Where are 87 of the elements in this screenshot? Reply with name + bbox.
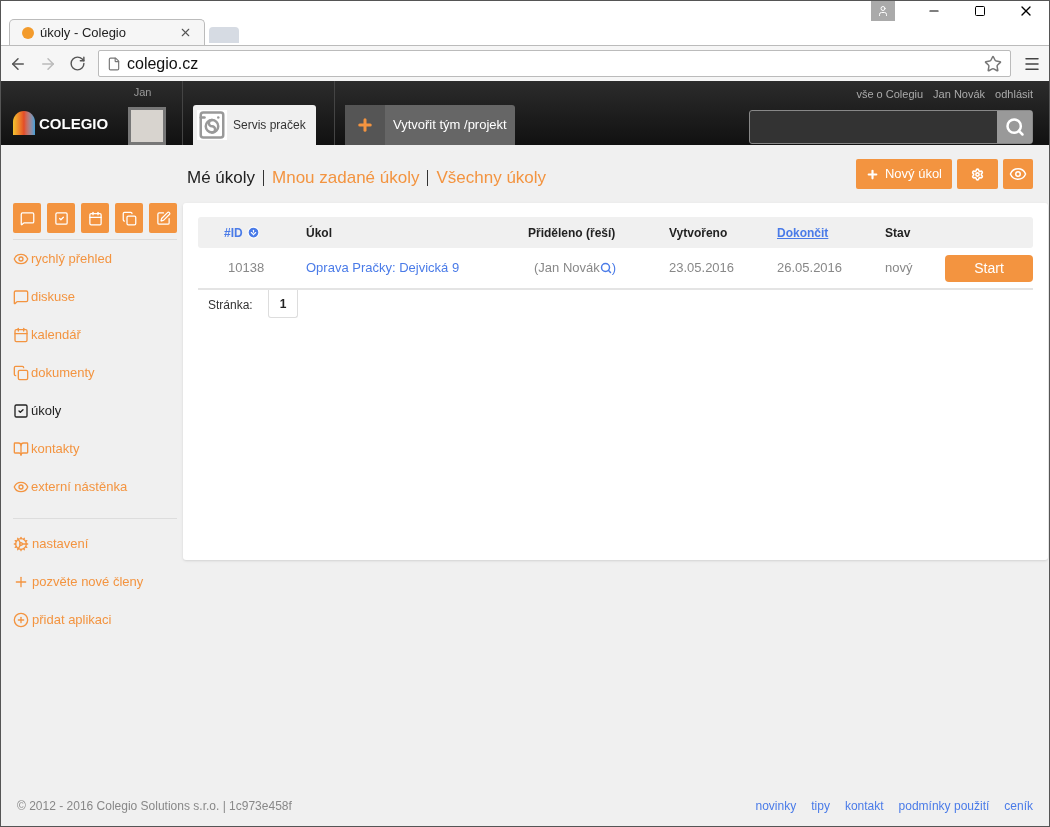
header-link[interactable]: odhlásit: [995, 86, 1033, 103]
quick-action-button[interactable]: [149, 203, 177, 233]
column-header[interactable]: #ID: [224, 223, 243, 242]
reload-icon[interactable]: [69, 55, 86, 72]
plus-icon: [356, 116, 374, 134]
logo-text: COLEGIO: [39, 113, 109, 134]
view-tab[interactable]: Všechny úkoly: [436, 165, 547, 191]
gears-icon: [13, 536, 29, 552]
sidebar-item[interactable]: diskuse: [13, 278, 177, 316]
search-button[interactable]: [997, 110, 1032, 143]
sort-icon[interactable]: [246, 226, 260, 239]
sidebar-item[interactable]: pozvěte nové členy: [13, 563, 177, 601]
sidebar-item[interactable]: dokumenty: [13, 354, 177, 392]
washing-machine-icon: [197, 110, 227, 140]
close-icon[interactable]: [179, 26, 192, 39]
profile-button[interactable]: [871, 1, 895, 21]
calendar-icon: [13, 327, 29, 343]
column-header[interactable]: Stav: [885, 223, 911, 242]
sidebar-item[interactable]: přidat aplikaci: [13, 601, 177, 639]
quick-action-button[interactable]: [13, 203, 41, 233]
browser-tab[interactable]: úkoly - Colegio: [9, 19, 205, 45]
search-icon: [1004, 116, 1025, 137]
avatar[interactable]: [127, 106, 166, 145]
url-text: colegio.cz: [127, 53, 200, 74]
view-tab[interactable]: Mé úkoly: [187, 165, 256, 191]
team-tab[interactable]: Servis praček: [193, 105, 316, 145]
plus-icon: [13, 574, 29, 590]
sidebar-item[interactable]: rychlý přehled: [13, 240, 177, 278]
new-task-button[interactable]: Nový úkol: [855, 159, 952, 189]
search-field[interactable]: [749, 109, 1033, 144]
column-header[interactable]: Vytvořeno: [669, 223, 728, 242]
column-header[interactable]: Přiděleno (řeší): [528, 223, 616, 242]
column-header[interactable]: Dokončit: [777, 223, 829, 242]
sidebar-item[interactable]: nastavení: [13, 525, 177, 563]
eye-icon: [1009, 165, 1027, 183]
footer-link[interactable]: tipy: [811, 797, 830, 815]
settings-icon: [971, 167, 984, 181]
book-icon: [13, 441, 29, 457]
eye-icon: [13, 251, 29, 267]
user-icon: [877, 5, 889, 17]
footer-link[interactable]: ceník: [1004, 797, 1033, 815]
checkbox-icon: [13, 403, 29, 419]
documents-icon: [121, 210, 137, 226]
address-bar[interactable]: colegio.cz: [98, 50, 1011, 77]
checkbox-icon: [53, 210, 69, 226]
sidebar-item[interactable]: kalendář: [13, 316, 177, 354]
chat-icon: [13, 289, 29, 305]
task-link[interactable]: Oprava Pračky: Dejvická 9: [306, 258, 460, 278]
sidebar-item[interactable]: externí nástěnka: [13, 468, 177, 506]
pager-label: Stránka:: [207, 297, 254, 314]
sidebar-item[interactable]: úkoly: [13, 392, 177, 430]
star-icon[interactable]: [984, 54, 1002, 73]
table-cell-text: (Jan Novák: [534, 259, 600, 278]
footer-link[interactable]: novinky: [755, 797, 797, 815]
chat-icon: [19, 210, 35, 226]
plus-circle-icon: [13, 612, 29, 628]
table-cell-text: 26.05.2016: [777, 259, 843, 278]
quick-action-button[interactable]: [115, 203, 143, 233]
settings-button[interactable]: [957, 159, 998, 189]
tab-title: úkoly - Colegio: [40, 23, 127, 42]
header-link[interactable]: Jan Novák: [933, 86, 986, 103]
user-name: Jan: [133, 85, 152, 100]
eye-icon: [13, 479, 29, 495]
view-tab[interactable]: Mnou zadané úkoly: [272, 165, 420, 191]
create-team-button[interactable]: Vytvořit tým /projekt: [345, 105, 515, 145]
view-button[interactable]: [1003, 159, 1033, 189]
calendar-icon: [87, 210, 103, 226]
table-cell-text: nový: [885, 259, 913, 278]
table-cell-text: ): [611, 259, 617, 278]
table-cell-text: 23.05.2016: [669, 259, 735, 278]
page-button[interactable]: 1: [268, 290, 298, 318]
plus-icon: [865, 167, 879, 181]
documents-icon: [13, 365, 29, 381]
footer-link[interactable]: kontakt: [844, 797, 884, 815]
search-icon[interactable]: [599, 262, 612, 274]
quick-action-button[interactable]: [81, 203, 109, 233]
start-button[interactable]: Start: [945, 254, 1033, 282]
sidebar-item[interactable]: kontakty: [13, 430, 177, 468]
footer-link[interactable]: podmínky použití: [898, 797, 990, 815]
table-cell-text: 10138: [227, 259, 266, 278]
logo-icon: [13, 111, 35, 135]
column-header[interactable]: Úkol: [306, 223, 332, 242]
favicon-icon: [22, 26, 34, 39]
page-icon: [107, 56, 121, 71]
copyright-text: © 2012 - 2016 Colegio Solutions s.r.o. | 1c973e458f: [17, 798, 292, 815]
edit-icon: [155, 210, 171, 226]
header-link[interactable]: vše o Colegiu: [856, 86, 924, 103]
